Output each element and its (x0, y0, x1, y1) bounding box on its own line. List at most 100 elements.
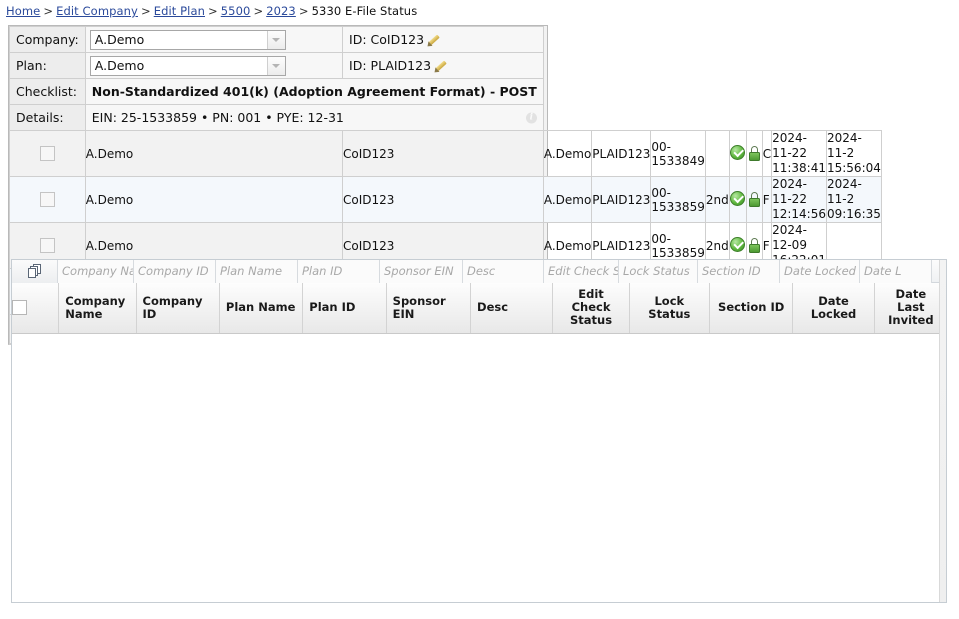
cell-date-locked: 2024-11-2211:38:41 (772, 131, 827, 177)
efile-status-table: Company NameCompany IDPlan NamePlan IDSp… (12, 283, 940, 334)
checklist-row: Checklist: Non-Standardized 401(k) (Adop… (10, 79, 882, 105)
column-header-plan-name[interactable]: Plan Name (219, 283, 302, 333)
cell-edit-check-status (729, 131, 746, 177)
company-select[interactable]: A.Demo (90, 30, 286, 50)
filter-input-plan-id[interactable]: Plan ID (298, 260, 380, 283)
row-checkbox[interactable] (40, 192, 55, 207)
breadcrumb: Home>Edit Company>Edit Plan>5500>2023>53… (0, 0, 959, 21)
cell-desc (705, 131, 729, 177)
cell-sponsor-ein: 00-1533849 (651, 131, 705, 177)
filter-placeholder: Edit Check Sta (544, 264, 618, 278)
row-checkbox[interactable] (40, 238, 55, 253)
chevron-down-icon[interactable] (267, 31, 285, 49)
plan-id-text: ID: PLAID123 (349, 58, 431, 73)
filter-row: Company NamCompany ID Plan NamePlan ID Spo… (58, 260, 939, 283)
filter-input-company-name[interactable]: Company Nam (58, 260, 134, 283)
grid-filter-toolbar: Company NamCompany ID Plan NamePlan ID Spo… (12, 260, 939, 283)
column-header-date-locked[interactable]: Date Locked (793, 283, 874, 333)
check-circle-icon (730, 191, 745, 206)
lock-icon (747, 146, 762, 161)
plan-id-cell: ID: PLAID123 (343, 53, 544, 79)
breadcrumb-separator: > (208, 4, 218, 18)
filter-input-section-id[interactable]: Section ID (698, 260, 780, 283)
filter-input-plan-name[interactable]: Plan Name (216, 260, 298, 283)
filter-placeholder: Date Locked (780, 264, 856, 278)
filter-input-desc[interactable]: Desc (463, 260, 544, 283)
filter-placeholder: Section ID (698, 264, 761, 278)
row-select-cell[interactable] (10, 131, 86, 177)
plan-select[interactable]: A.Demo (90, 56, 286, 76)
table-row[interactable]: A.DemoCoID123A.DemoPLAID12300-15338592nd… (10, 177, 882, 223)
breadcrumb-item-5330-e-file-status: 5330 E-File Status (312, 4, 418, 18)
company-id-cell: ID: CoID123 (343, 27, 544, 53)
filter-input-edit-check-status[interactable]: Edit Check Sta (544, 260, 619, 283)
company-select-value: A.Demo (91, 32, 267, 47)
company-row: Company: A.Demo ID: CoID123 (10, 27, 882, 53)
lock-icon (747, 192, 762, 207)
company-select-cell: A.Demo (85, 27, 342, 53)
column-header-plan-id[interactable]: Plan ID (303, 283, 386, 333)
filter-placeholder: Plan ID (298, 264, 342, 278)
filter-input-date-locked[interactable]: Date Locked (780, 260, 860, 283)
cell-plan-name: A.Demo (543, 131, 591, 177)
filter-placeholder: Company ID (134, 264, 209, 278)
column-chooser-button[interactable] (12, 260, 58, 283)
filter-input-date-last-invited[interactable]: Date L (860, 260, 932, 283)
checklist-value: Non-Standardized 401(k) (Adoption Agreem… (85, 79, 543, 105)
check-circle-icon (730, 145, 745, 160)
column-header-lock-status[interactable]: Lock Status (629, 283, 709, 333)
cell-sponsor-ein: 00-1533859 (651, 177, 705, 223)
check-circle-icon (730, 237, 745, 252)
cell-company-name: A.Demo (85, 131, 342, 177)
column-header-desc[interactable]: Desc (471, 283, 553, 333)
company-label: Company: (10, 27, 86, 53)
filter-placeholder: Desc (463, 264, 495, 278)
column-header-edit-check-status[interactable]: Edit Check Status (553, 283, 629, 333)
column-header-date-last-invited[interactable]: Date Last Invited (874, 283, 940, 333)
cell-company-name: A.Demo (85, 177, 342, 223)
cell-plan-id: PLAID123 (592, 177, 651, 223)
plan-select-value: A.Demo (91, 58, 267, 73)
plan-select-cell: A.Demo (85, 53, 342, 79)
breadcrumb-item-2023[interactable]: 2023 (266, 4, 296, 18)
edit-pencil-icon[interactable] (427, 33, 440, 46)
details-label: Details: (10, 105, 86, 131)
cell-lock-status (746, 177, 762, 223)
breadcrumb-separator: > (299, 4, 309, 18)
column-header-sponsor-ein[interactable]: Sponsor EIN (386, 283, 470, 333)
row-select-cell[interactable] (10, 177, 86, 223)
cell-date-locked: 2024-11-2212:14:56 (772, 177, 827, 223)
breadcrumb-item-5500[interactable]: 5500 (221, 4, 251, 18)
column-header-section-id[interactable]: Section ID (709, 283, 792, 333)
cell-section-id: C (762, 131, 771, 177)
column-header-company-name[interactable]: Company Name (59, 283, 136, 333)
breadcrumb-item-edit-company[interactable]: Edit Company (56, 4, 138, 18)
column-header-company-id[interactable]: Company ID (136, 283, 219, 333)
grid-viewport: Company NamCompany IDPlan NamePlan IDSpo… (12, 260, 940, 602)
chevron-down-icon[interactable] (267, 57, 285, 75)
details-value: EIN: 25-1533859 • PN: 001 • PYE: 12-31 (92, 110, 344, 125)
breadcrumb-item-edit-plan[interactable]: Edit Plan (154, 4, 205, 18)
select-all-checkbox[interactable] (12, 300, 27, 315)
breadcrumb-separator: > (43, 4, 53, 18)
details-row: Details: EIN: 25-1533859 • PN: 001 • PYE… (10, 105, 882, 131)
vertical-scrollbar[interactable] (939, 260, 946, 602)
select-all-header[interactable] (12, 283, 59, 333)
table-row[interactable]: A.DemoCoID123A.DemoPLAID12300-1533849C20… (10, 131, 882, 177)
cell-section-id: F (762, 177, 771, 223)
filter-placeholder: Sponsor EIN (380, 264, 454, 278)
breadcrumb-item-home[interactable]: Home (6, 4, 40, 18)
efile-status-grid-panel: Company NamCompany IDPlan NamePlan IDSpo… (11, 259, 947, 603)
cell-edit-check-status (729, 177, 746, 223)
filter-input-company-id[interactable]: Company ID (134, 260, 216, 283)
info-icon[interactable]: i (526, 112, 537, 123)
edit-pencil-icon[interactable] (434, 59, 447, 72)
cell-plan-id: PLAID123 (592, 131, 651, 177)
filter-input-lock-status[interactable]: Lock Status (619, 260, 698, 283)
filter-input-sponsor-ein[interactable]: Sponsor EIN (380, 260, 463, 283)
row-checkbox[interactable] (40, 146, 55, 161)
cell-date-last-invited: 2024-11-215:56:04 (826, 131, 881, 177)
lock-icon (747, 238, 762, 253)
layers-icon (28, 264, 42, 278)
filter-placeholder: Lock Status (619, 264, 690, 278)
